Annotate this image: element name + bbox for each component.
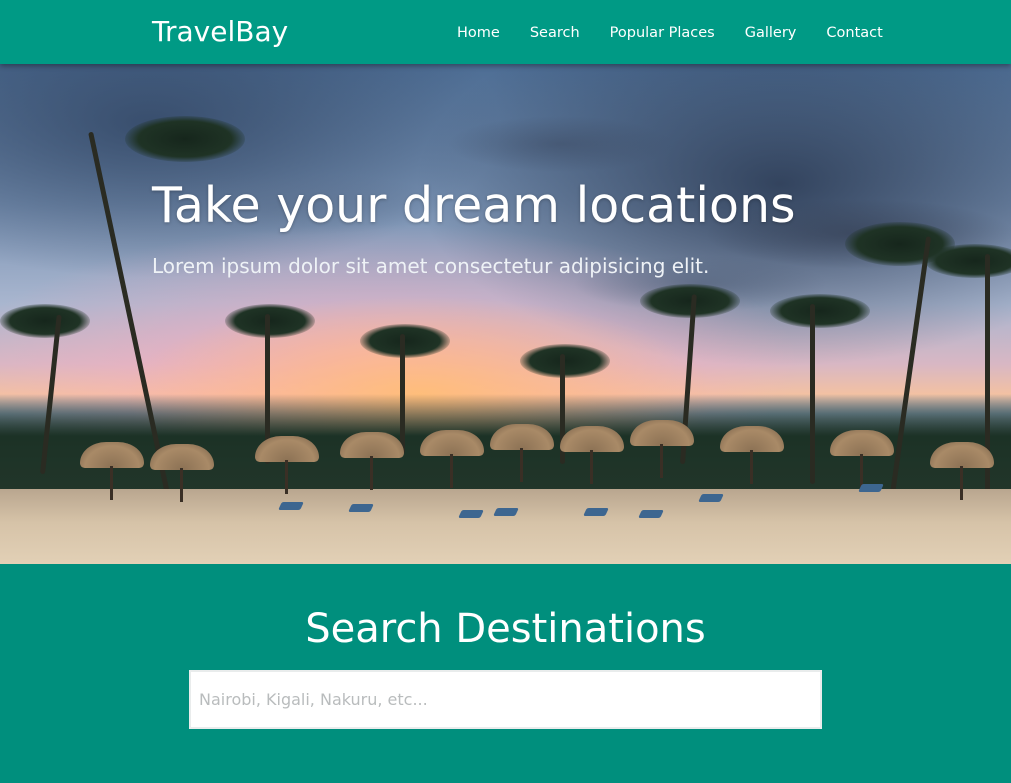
beach-umbrella-image [80, 442, 144, 500]
beach-chair-image [583, 508, 609, 516]
beach-umbrella-image [490, 424, 554, 482]
nav-home-link[interactable]: Home [445, 22, 512, 44]
hero-beach-sand [0, 489, 1011, 564]
beach-chair-image [278, 502, 304, 510]
beach-chair-image [458, 510, 484, 518]
beach-chair-image [348, 504, 374, 512]
nav-menu: Home Search Popular Places Gallery Conta… [445, 22, 895, 44]
beach-umbrella-image [630, 420, 694, 478]
destination-search-input[interactable] [189, 670, 822, 729]
search-section-title: Search Destinations [305, 606, 706, 652]
hero-title: Take your dream locations [152, 177, 796, 234]
beach-umbrella-image [420, 430, 484, 488]
beach-umbrella-image [830, 430, 894, 488]
beach-chair-image [493, 508, 519, 516]
beach-chair-image [698, 494, 724, 502]
search-section: Search Destinations [0, 564, 1011, 783]
navbar: TravelBay Home Search Popular Places Gal… [0, 0, 1011, 64]
nav-popular-places-link[interactable]: Popular Places [598, 22, 727, 44]
beach-umbrella-image [255, 436, 319, 494]
beach-umbrella-image [720, 426, 784, 484]
beach-chair-image [638, 510, 664, 518]
hero-subtitle: Lorem ipsum dolor sit amet consectetur a… [152, 254, 710, 278]
nav-contact-link[interactable]: Contact [814, 22, 894, 44]
beach-chair-image [858, 484, 884, 492]
brand-logo[interactable]: TravelBay [152, 14, 288, 50]
nav-search-link[interactable]: Search [518, 22, 592, 44]
beach-umbrella-image [340, 432, 404, 490]
beach-umbrella-image [560, 426, 624, 484]
nav-gallery-link[interactable]: Gallery [733, 22, 809, 44]
beach-umbrella-image [150, 444, 214, 502]
hero-banner: Take your dream locations Lorem ipsum do… [0, 64, 1011, 564]
beach-umbrella-image [930, 442, 994, 500]
